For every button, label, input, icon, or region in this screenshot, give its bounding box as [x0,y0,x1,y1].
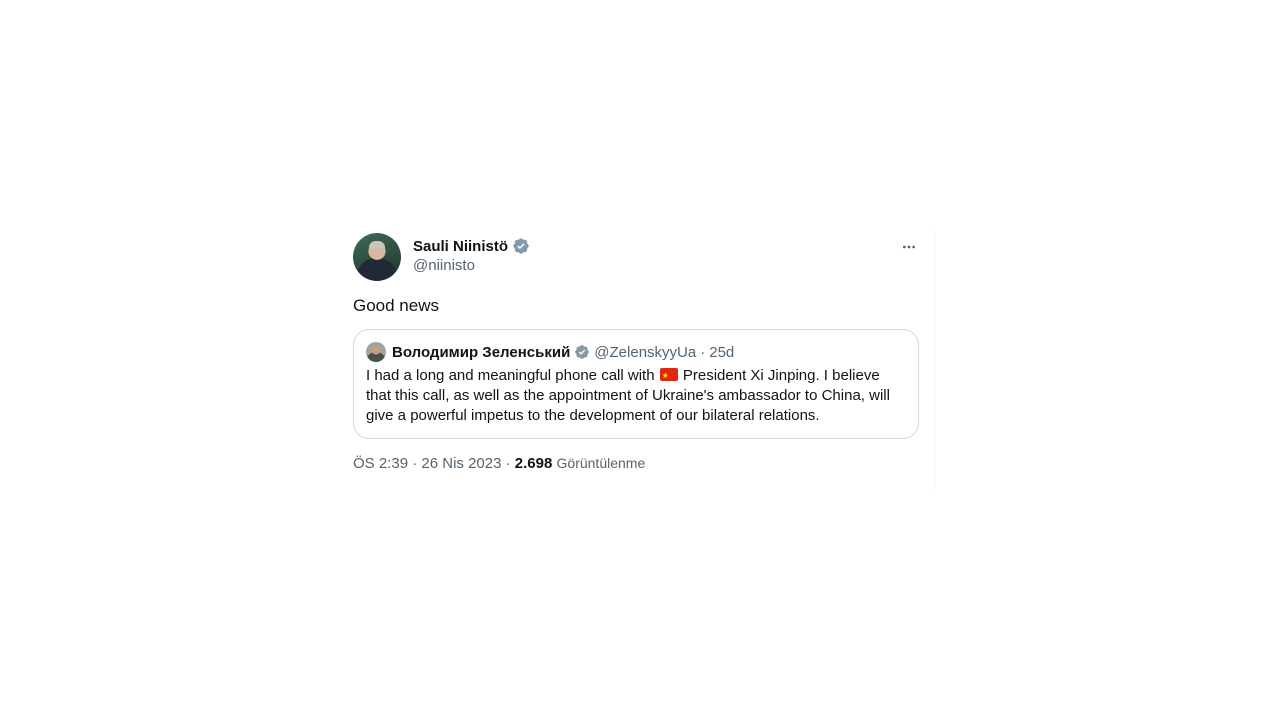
quoted-tweet-time: 25d [709,343,735,361]
quoted-author-handle: @ZelenskyyUa [594,343,697,361]
separator-dot: · [505,455,511,472]
verified-badge-icon[interactable] [512,237,530,255]
author-handle[interactable]: @niinisto [413,257,475,274]
tweet-date[interactable]: 26 Nis 2023 [421,455,501,472]
tweet-card: Sauli Niinistö @niinisto Good news Волод… [337,229,935,491]
author-name-row: Sauli Niinistö [413,237,530,255]
views-label[interactable]: Görüntülenme [557,455,646,471]
separator-dot: · [700,343,706,361]
quoted-tweet-text: I had a long and meaningful phone call w… [366,366,906,426]
quoted-text-part1: I had a long and meaningful phone call w… [366,367,659,384]
author-avatar[interactable] [353,233,401,281]
more-horizontal-icon[interactable] [899,237,919,257]
tweet-text: Good news [353,296,439,315]
views-count[interactable]: 2.698 [515,455,553,472]
china-flag-icon [659,366,678,386]
verified-badge-icon [574,344,590,360]
quoted-tweet-header: Володимир Зеленський @ZelenskyyUa · 25d [366,342,734,362]
tweet-time[interactable]: ÖS 2:39 [353,455,408,472]
quoted-author-avatar [366,342,386,362]
separator-dot: · [412,455,418,472]
tweet-meta: ÖS 2:39 · 26 Nis 2023 · 2.698 Görüntülen… [353,455,645,472]
quoted-author-name: Володимир Зеленський [392,343,571,361]
quoted-tweet[interactable]: Володимир Зеленський @ZelenskyyUa · 25d … [353,329,919,439]
author-display-name[interactable]: Sauli Niinistö [413,238,508,255]
